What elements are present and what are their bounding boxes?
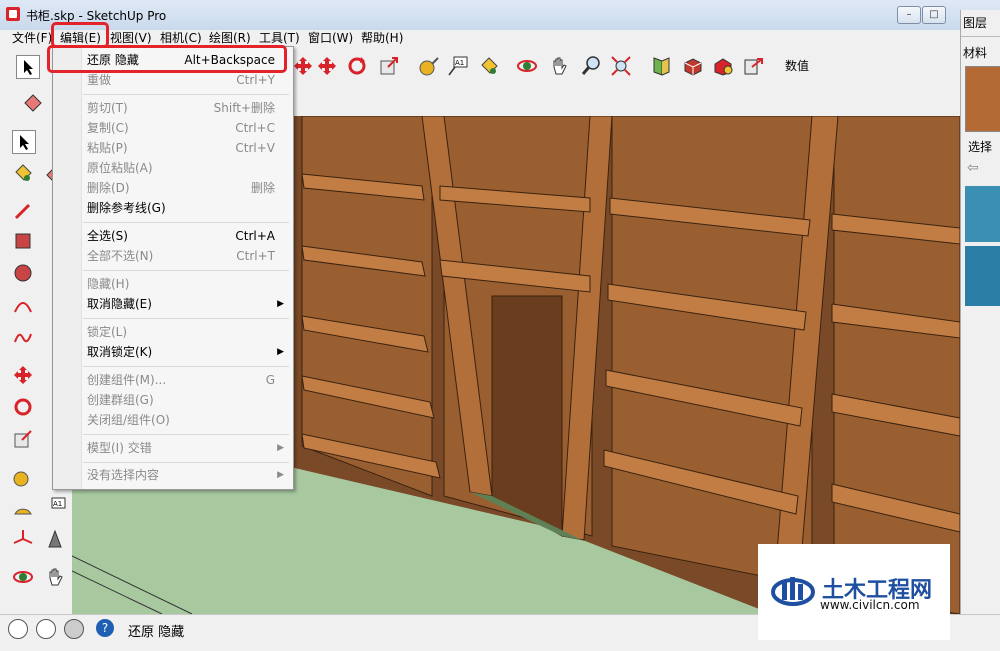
- left-scale-icon[interactable]: [12, 428, 34, 450]
- svg-text:A1: A1: [455, 59, 464, 67]
- components-icon[interactable]: [682, 55, 704, 77]
- sketchup-app-icon: [6, 7, 20, 21]
- select-tool-icon[interactable]: [16, 55, 40, 79]
- left-orbit-icon[interactable]: [12, 566, 34, 588]
- minimize-button[interactable]: –: [897, 6, 921, 24]
- left-pan-icon[interactable]: [44, 566, 66, 588]
- menu-window[interactable]: 窗口(W): [308, 30, 353, 46]
- move-tool-icon[interactable]: [292, 55, 314, 77]
- zoom-extents-icon[interactable]: [610, 55, 632, 77]
- menu-copy[interactable]: 复制(C) Ctrl+C: [53, 118, 293, 138]
- circle-icon[interactable]: [12, 262, 34, 284]
- menu-no-selection[interactable]: 没有选择内容 ▶: [53, 465, 293, 485]
- menu-redo[interactable]: 重做 Ctrl+Y: [53, 70, 293, 90]
- menu-lock[interactable]: 锁定(L): [53, 322, 293, 342]
- submenu-arrow-icon: ▶: [277, 443, 284, 453]
- menu-make-group[interactable]: 创建群组(G): [53, 390, 293, 410]
- title-bar: 书柜.skp - SketchUp Pro – □: [0, 0, 1000, 31]
- submenu-arrow-icon: ▶: [277, 299, 284, 309]
- rectangle-icon[interactable]: [12, 230, 34, 252]
- material-preview: [965, 66, 1000, 132]
- left-rotate-icon[interactable]: [12, 396, 34, 418]
- share-model-icon[interactable]: [742, 55, 764, 77]
- left-tape-icon[interactable]: [12, 466, 34, 488]
- tape-measure-icon[interactable]: [418, 55, 440, 77]
- materials-panel-title[interactable]: 材料: [963, 44, 987, 61]
- menu-view[interactable]: 视图(V): [110, 30, 152, 46]
- menu-make-component[interactable]: 创建组件(M)... G: [53, 370, 293, 390]
- menu-intersect[interactable]: 模型(I) 交错 ▶: [53, 438, 293, 458]
- menu-close-group[interactable]: 关闭组/组件(O): [53, 410, 293, 430]
- menu-select-all[interactable]: 全选(S) Ctrl+A: [53, 226, 293, 246]
- menu-unhide[interactable]: 取消隐藏(E) ▶: [53, 294, 293, 314]
- civilcn-logo-icon: [771, 577, 815, 606]
- text-tool-icon[interactable]: A1: [446, 55, 468, 77]
- scale-tool-icon[interactable]: [378, 55, 400, 77]
- menu-bar: 文件(F) 编辑(E) 视图(V) 相机(C) 绘图(R) 工具(T) 窗口(W…: [0, 22, 960, 48]
- credits-icon[interactable]: [36, 619, 56, 639]
- water-swatch-2[interactable]: [965, 246, 1000, 306]
- maximize-button[interactable]: □: [922, 6, 946, 24]
- value-label: 数值: [785, 59, 810, 73]
- eraser-icon[interactable]: [22, 90, 44, 112]
- menu-unlock[interactable]: 取消锁定(K) ▶: [53, 342, 293, 362]
- user-account-icon[interactable]: [64, 619, 84, 639]
- rotate-tool-icon[interactable]: [346, 55, 368, 77]
- submenu-arrow-icon: ▶: [277, 347, 284, 357]
- section-plane-icon[interactable]: [650, 55, 672, 77]
- svg-text:A1: A1: [53, 500, 62, 508]
- arc-icon[interactable]: [12, 294, 34, 316]
- edit-menu-dropdown: 还原 隐藏 Alt+Backspace 重做 Ctrl+Y 剪切(T) Shift+删…: [47, 45, 294, 490]
- watermark-logo: 土木工程网 www.civilcn.com: [758, 544, 950, 640]
- pan-hand-icon[interactable]: [548, 55, 570, 77]
- menu-delete-guides[interactable]: 删除参考线(G): [53, 198, 293, 218]
- menu-hide[interactable]: 隐藏(H): [53, 274, 293, 294]
- menu-delete[interactable]: 删除(D) 删除: [53, 178, 293, 198]
- default-tray: 图层 材料 选择 ⇦: [960, 10, 1000, 614]
- menu-camera[interactable]: 相机(C): [160, 30, 202, 46]
- left-paint-icon[interactable]: [12, 162, 34, 184]
- move-arrows-icon[interactable]: [316, 55, 338, 77]
- layers-panel-title[interactable]: 图层: [963, 14, 987, 31]
- back-arrow-icon[interactable]: ⇦: [967, 160, 979, 176]
- pencil-icon[interactable]: [12, 200, 34, 222]
- orbit-icon[interactable]: [516, 55, 538, 77]
- zoom-icon[interactable]: [580, 55, 602, 77]
- protractor-icon[interactable]: [12, 496, 34, 518]
- menu-cut[interactable]: 剪切(T) Shift+删除: [53, 98, 293, 118]
- water-swatch-1[interactable]: [965, 186, 1000, 242]
- undo-item-highlight: [47, 45, 287, 73]
- menu-tools[interactable]: 工具(T): [259, 30, 300, 46]
- menu-select-none[interactable]: 全部不选(N) Ctrl+T: [53, 246, 293, 266]
- status-message: 还原 隐藏: [128, 625, 185, 640]
- watermark-url: www.civilcn.com: [820, 598, 920, 612]
- axes-icon[interactable]: [12, 528, 34, 550]
- left-move-icon[interactable]: [12, 364, 34, 386]
- select-tab[interactable]: 选择: [968, 138, 992, 155]
- geo-location-icon[interactable]: [8, 619, 28, 639]
- help-icon[interactable]: ?: [96, 619, 114, 637]
- menu-help[interactable]: 帮助(H): [361, 30, 403, 46]
- left-text-icon[interactable]: A1: [44, 496, 66, 518]
- freehand-icon[interactable]: [12, 326, 34, 348]
- 3d-text-icon[interactable]: [44, 528, 66, 550]
- menu-draw[interactable]: 绘图(R): [209, 30, 251, 46]
- menu-file[interactable]: 文件(F): [12, 30, 52, 46]
- menu-paste-in-place[interactable]: 原位粘贴(A): [53, 158, 293, 178]
- left-select-icon[interactable]: [12, 130, 36, 154]
- warehouse-icon[interactable]: [712, 55, 734, 77]
- paint-bucket-icon[interactable]: [478, 55, 500, 77]
- submenu-arrow-icon: ▶: [277, 470, 284, 480]
- menu-paste[interactable]: 粘贴(P) Ctrl+V: [53, 138, 293, 158]
